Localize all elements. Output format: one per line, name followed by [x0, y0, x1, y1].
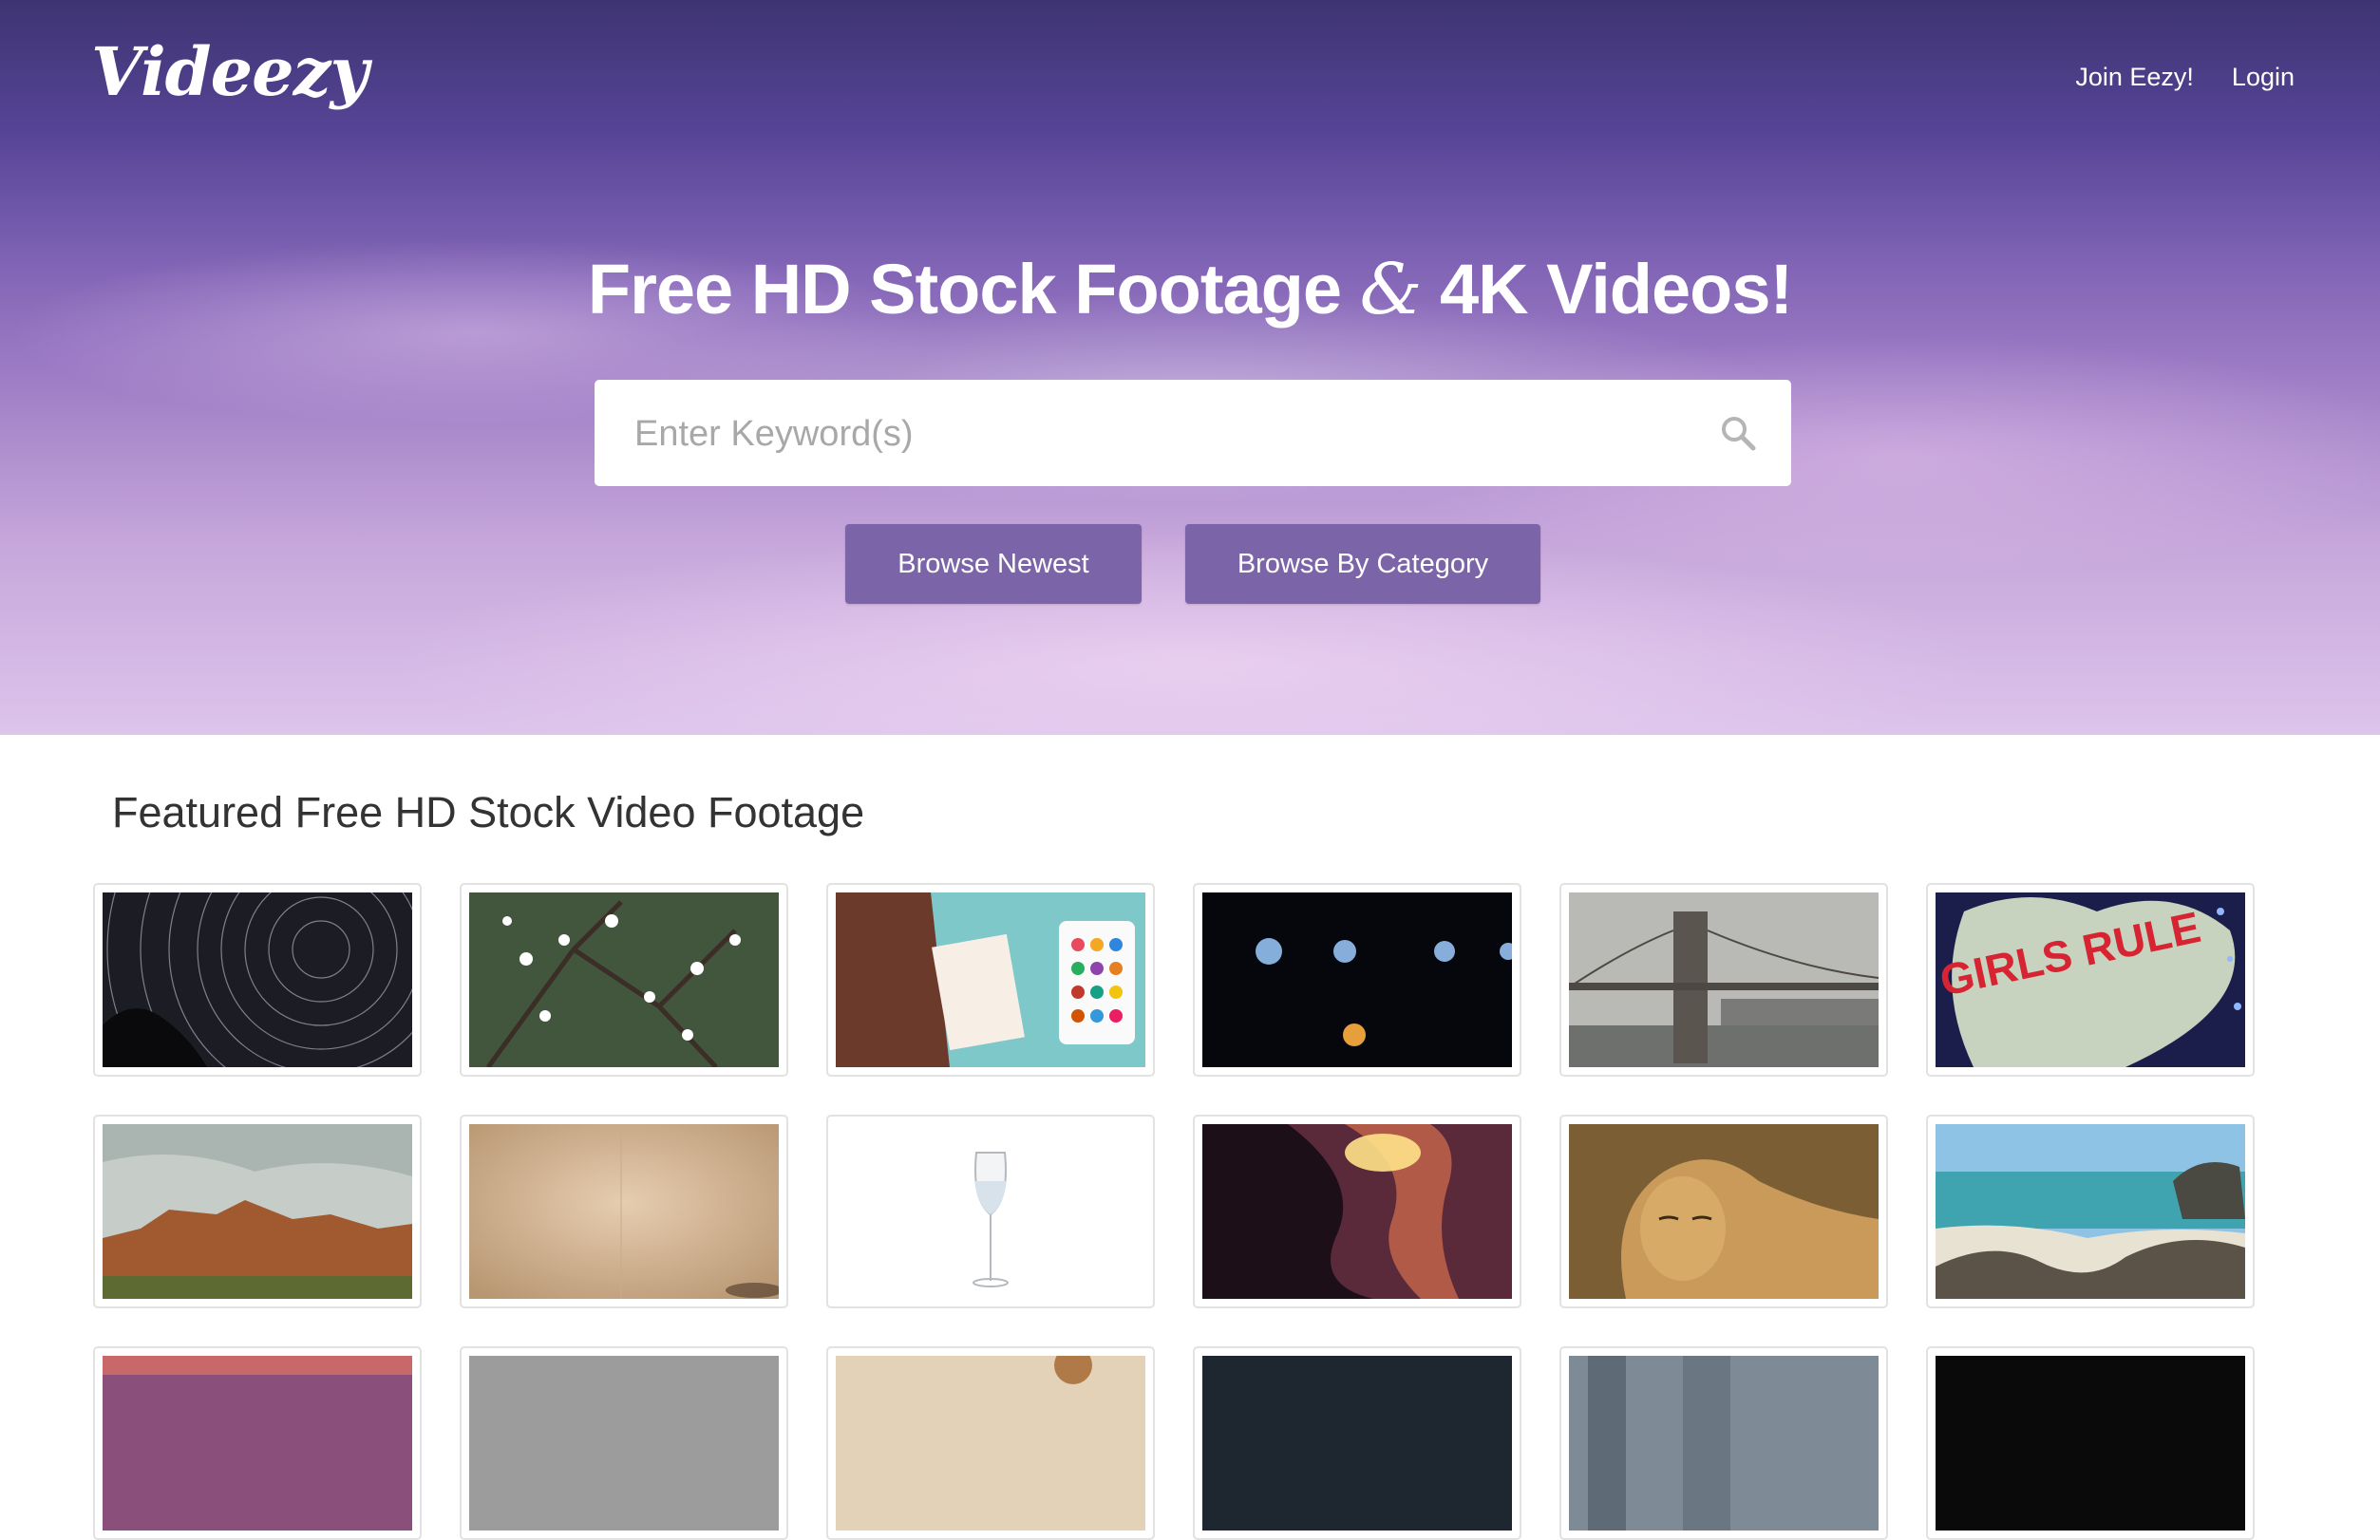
desert-landscape-image [103, 1124, 412, 1299]
lioness-image [1569, 1124, 1879, 1299]
city-buildings-image [1569, 1356, 1879, 1531]
video-thumbnail-blossom-branches[interactable] [460, 883, 788, 1077]
video-thumbnail-dark-scene[interactable] [1193, 1346, 1521, 1540]
valentine-painting-image [836, 892, 1145, 1067]
search-input[interactable] [633, 380, 1700, 488]
dark-scene-image [1202, 1356, 1512, 1531]
hero-title-part2: 4K Videos! [1440, 250, 1793, 329]
video-thumbnail-food-table[interactable] [826, 1346, 1155, 1540]
video-thumbnail-old-film-paper[interactable] [460, 1115, 788, 1308]
video-thumbnail-brooklyn-bridge[interactable] [1559, 883, 1888, 1077]
wine-glass-image [836, 1124, 1145, 1299]
video-thumbnail-grey-sky[interactable] [460, 1346, 788, 1540]
food-table-image [836, 1356, 1145, 1531]
video-thumbnail-wine-glass[interactable] [826, 1115, 1155, 1308]
hero-title: Free HD Stock Footage & 4K Videos! [0, 249, 2380, 330]
sunset-sky-image [103, 1356, 412, 1531]
top-nav: Join Eezy! Login [2075, 63, 2295, 92]
star-trails-image [103, 892, 412, 1067]
video-thumbnail-city-buildings[interactable] [1559, 1346, 1888, 1540]
blossom-branches-image [469, 892, 779, 1067]
hero-banner: Videezy Join Eezy! Login Free HD Stock F… [0, 0, 2380, 735]
video-thumbnail-rocky-beach[interactable] [1926, 1115, 2255, 1308]
hero-title-ampersand: & [1359, 249, 1423, 330]
login-link[interactable]: Login [2232, 63, 2295, 92]
video-thumbnail-sunset-sky[interactable] [93, 1346, 422, 1540]
videezy-logo[interactable]: Videezy [91, 32, 368, 111]
search-icon[interactable] [1719, 414, 1757, 452]
hero-title-part1: Free HD Stock Footage [587, 250, 1342, 329]
browse-by-category-button[interactable]: Browse By Category [1185, 524, 1540, 604]
dark-scene-2-image [1936, 1356, 2245, 1531]
video-thumbnail-girls-rule-balloon[interactable]: GIRLS RULE [1926, 883, 2255, 1077]
search-box [595, 380, 1791, 488]
old-film-paper-image [469, 1124, 779, 1299]
video-thumbnail-antelope-canyon[interactable] [1193, 1115, 1521, 1308]
rocky-beach-image [1936, 1124, 2245, 1299]
video-thumbnail-bokeh-lights[interactable] [1193, 883, 1521, 1077]
browse-newest-button[interactable]: Browse Newest [845, 524, 1142, 604]
video-thumbnail-dark-scene-2[interactable] [1926, 1346, 2255, 1540]
video-thumbnail-star-trails[interactable] [93, 883, 422, 1077]
antelope-canyon-image [1202, 1124, 1512, 1299]
girls-rule-balloon-image: GIRLS RULE [1936, 892, 2245, 1067]
join-eezy-link[interactable]: Join Eezy! [2075, 63, 2194, 92]
grey-sky-image [469, 1356, 779, 1531]
video-thumbnail-valentine-painting[interactable] [826, 883, 1155, 1077]
bokeh-lights-image [1202, 892, 1512, 1067]
video-thumbnail-desert-landscape[interactable] [93, 1115, 422, 1308]
brooklyn-bridge-image [1569, 892, 1879, 1067]
video-thumbnail-lioness[interactable] [1559, 1115, 1888, 1308]
featured-section-title: Featured Free HD Stock Video Footage [112, 788, 865, 836]
